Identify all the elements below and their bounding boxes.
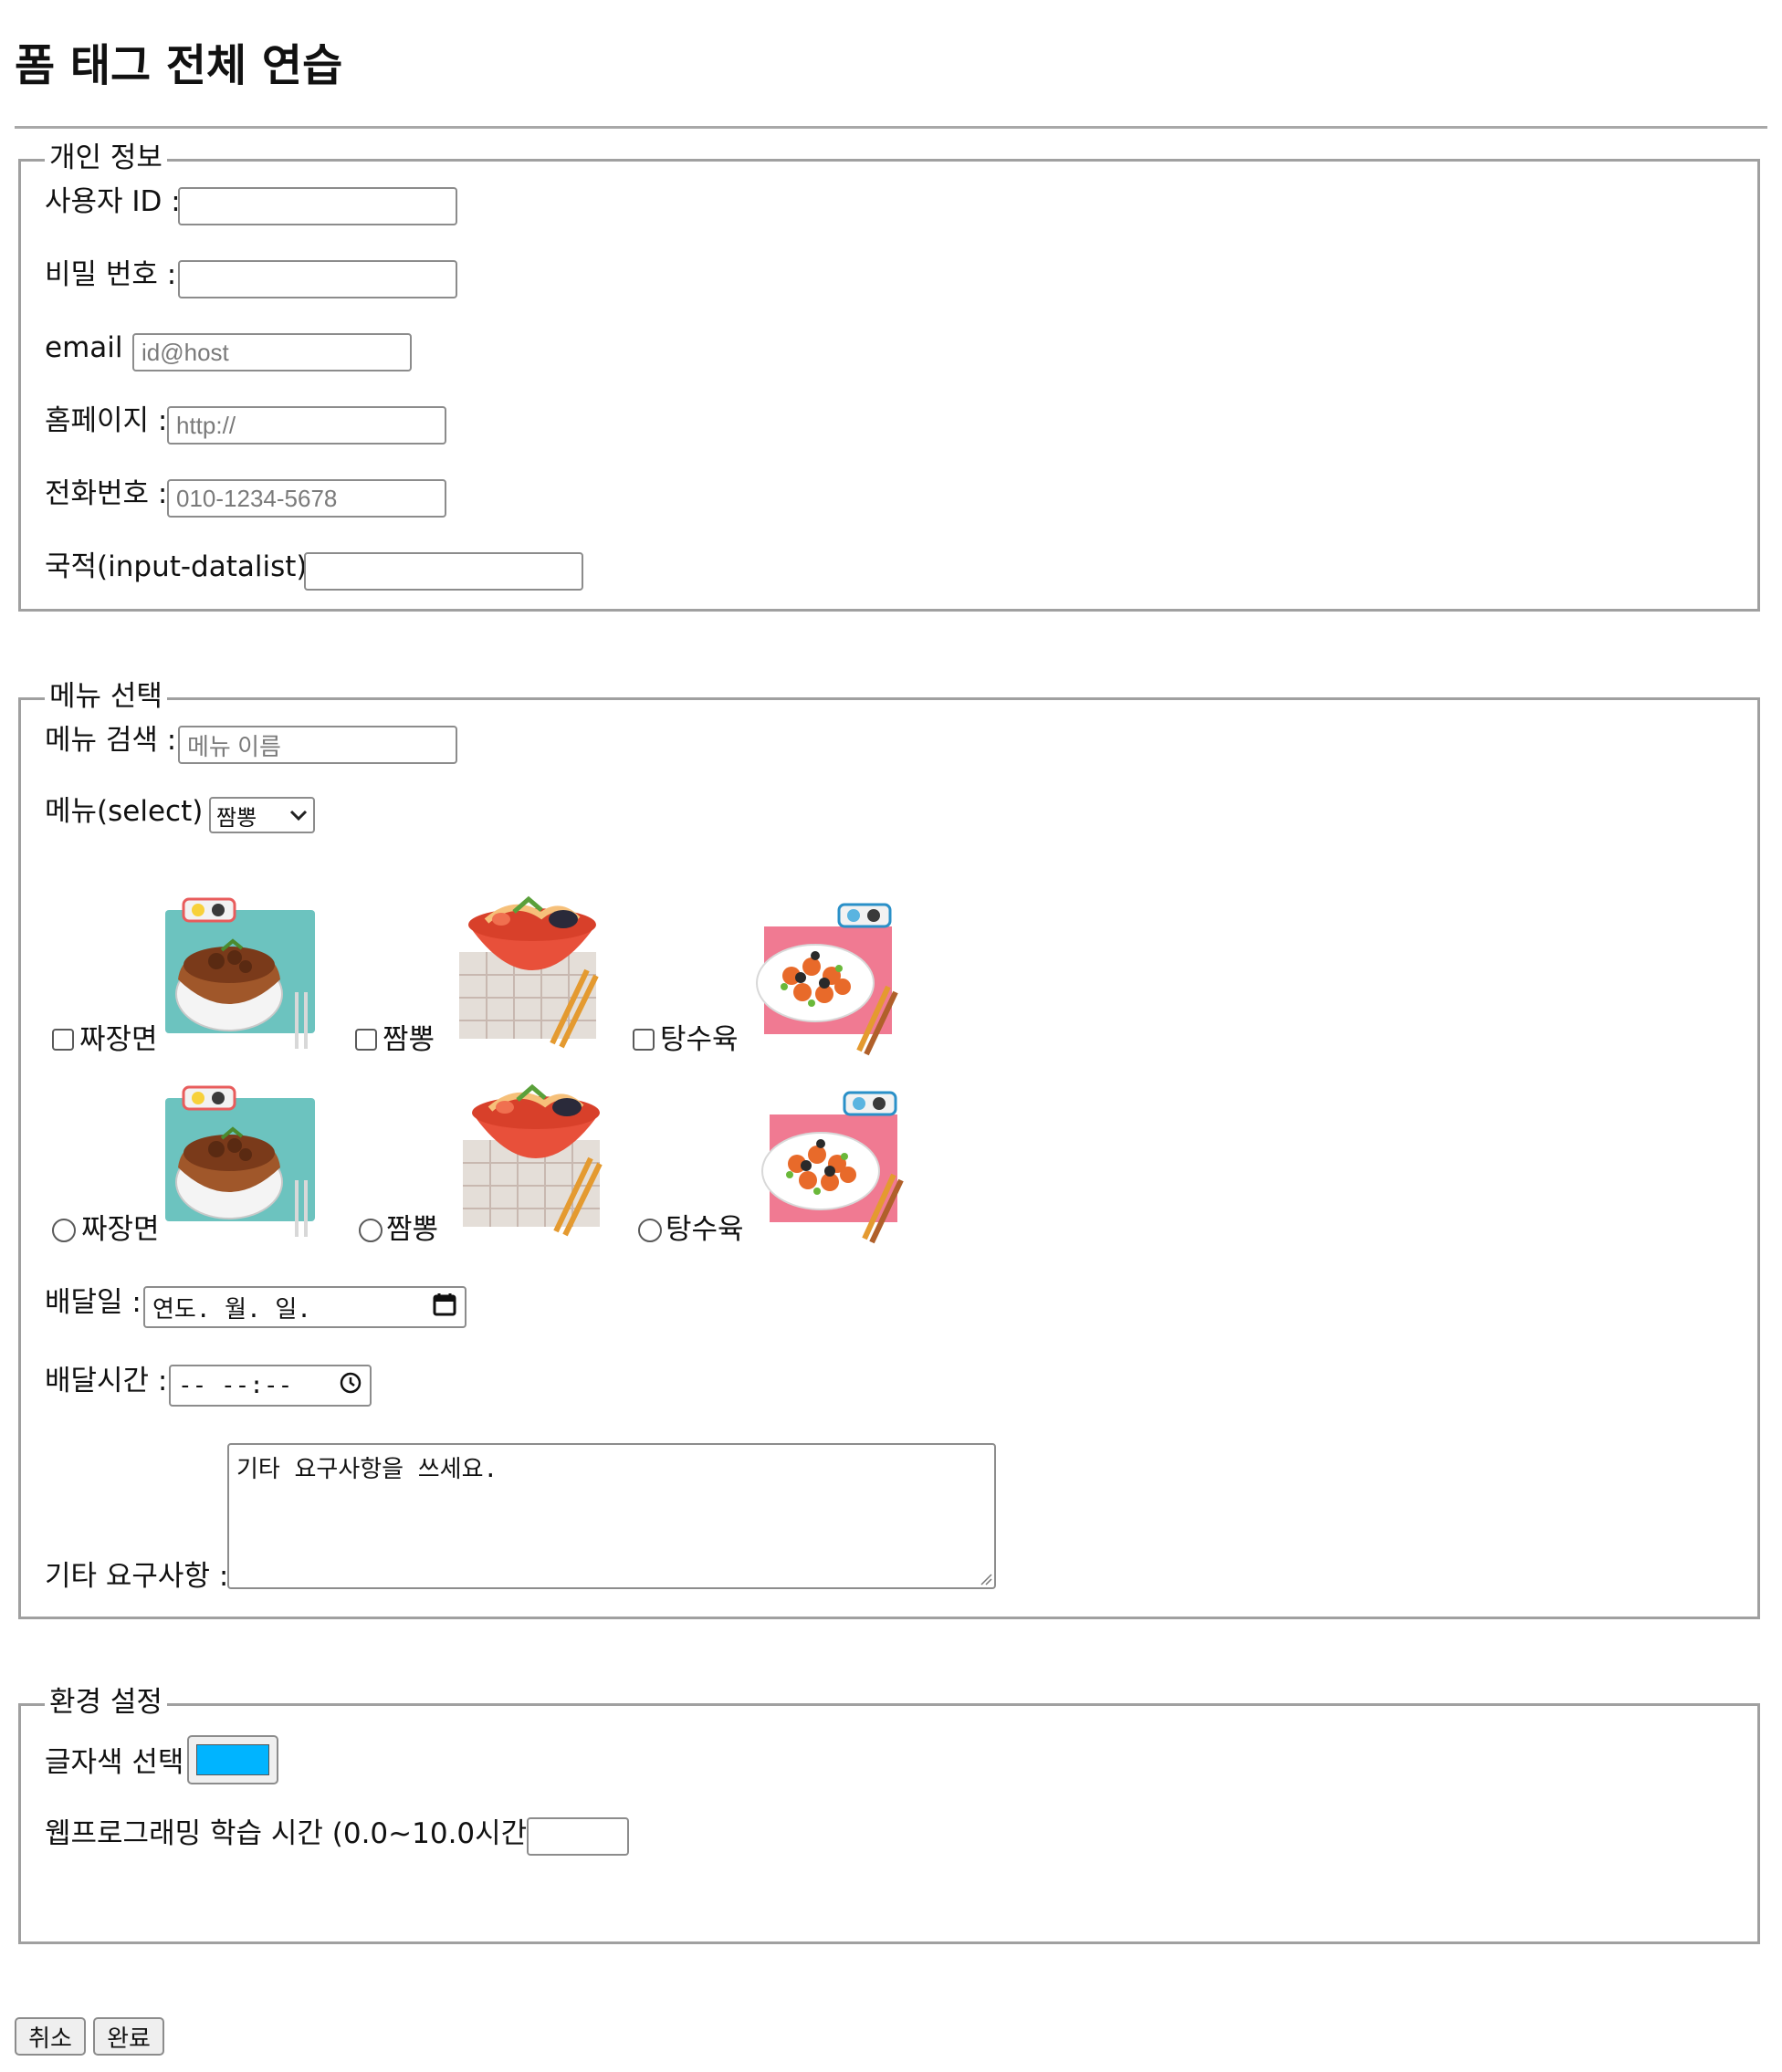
notes-textarea[interactable]: 기타 요구사항을 쓰세요. <box>227 1443 996 1589</box>
menu-select-label: 메뉴(select) : <box>45 795 222 828</box>
menu-select[interactable]: 짬뽕 <box>209 797 315 833</box>
page-title: 폼 태그 전체 연습 <box>15 40 343 91</box>
notes-value: 기타 요구사항을 쓰세요. <box>236 1456 498 1483</box>
password-label: 비밀 번호 : <box>45 258 177 291</box>
email-label: email : <box>45 331 142 364</box>
checkbox-label-jjajang: 짜장면 <box>79 1023 158 1056</box>
user-id-input[interactable] <box>178 187 457 225</box>
homepage-input[interactable]: http:// <box>167 406 446 445</box>
radio-jjamppong[interactable] <box>359 1219 383 1242</box>
checkbox-label-jjamppong: 짬뽕 <box>383 1023 435 1056</box>
color-swatch <box>196 1744 269 1775</box>
user-id-label: 사용자 ID : <box>45 185 181 218</box>
phone-label: 전화번호 : <box>45 477 168 510</box>
password-input[interactable] <box>178 260 457 298</box>
delivery-time-input[interactable]: -- --:-- <box>169 1365 372 1407</box>
checkbox-jjamppong[interactable] <box>355 1029 377 1051</box>
menu-search-input[interactable]: 메뉴 이름 <box>178 726 457 764</box>
email-input[interactable]: id@host <box>132 333 412 371</box>
study-time-label: 웹프로그래밍 학습 시간 (0.0~10.0시간) : <box>45 1817 557 1850</box>
menu-search-label: 메뉴 검색 : <box>45 724 177 757</box>
delivery-date-input[interactable]: 연도. 월. 일. <box>143 1286 466 1328</box>
checkbox-jjajang[interactable] <box>52 1029 74 1051</box>
menu-select-value: 짬뽕 <box>216 805 257 831</box>
tangsuyuk-image <box>757 1083 921 1248</box>
resize-handle-icon[interactable] <box>980 1573 992 1585</box>
jjamppong-image <box>454 1076 618 1240</box>
study-time-input[interactable] <box>527 1817 629 1856</box>
nationality-label: 국적(input-datalist) : <box>45 550 326 583</box>
radio-tangsuyuk[interactable] <box>638 1219 662 1242</box>
checkbox-tangsuyuk[interactable] <box>633 1029 655 1051</box>
nationality-input[interactable] <box>304 552 583 591</box>
text-color-label: 글자색 선택 <box>45 1746 184 1779</box>
radio-label-jjajang: 짜장면 <box>81 1213 160 1246</box>
menu-fieldset: 메뉴 선택 메뉴 검색 : 메뉴 이름 메뉴(select) : 짬뽕 짜장면 … <box>18 678 1760 1619</box>
delivery-date-value: 연도. 월. 일. <box>152 1295 311 1324</box>
menu-legend: 메뉴 선택 <box>45 678 167 715</box>
delivery-date-label: 배달일 : <box>45 1286 142 1319</box>
cancel-button[interactable]: 취소 <box>15 2017 86 2056</box>
delivery-time-label: 배달시간 : <box>45 1365 168 1397</box>
jjajang-image <box>158 892 322 1056</box>
homepage-label: 홈페이지 : <box>45 404 168 437</box>
settings-fieldset: 환경 설정 글자색 선택 웹프로그래밍 학습 시간 (0.0~10.0시간) : <box>18 1684 1760 1944</box>
radio-jjajang[interactable] <box>52 1219 76 1242</box>
text-color-picker[interactable] <box>187 1735 278 1784</box>
jjajang-image <box>158 1080 322 1244</box>
phone-placeholder: 010-1234-5678 <box>176 484 338 512</box>
phone-input[interactable]: 010-1234-5678 <box>167 479 446 518</box>
personal-info-legend: 개인 정보 <box>45 140 167 176</box>
settings-legend: 환경 설정 <box>45 1684 167 1721</box>
clock-icon[interactable] <box>339 1371 362 1401</box>
chevron-down-icon <box>289 802 308 828</box>
radio-label-jjamppong: 짬뽕 <box>386 1213 439 1246</box>
homepage-placeholder: http:// <box>176 411 236 439</box>
checkbox-label-tangsuyuk: 탕수육 <box>660 1023 739 1056</box>
calendar-icon[interactable] <box>432 1292 457 1324</box>
delivery-time-value: -- --:-- <box>178 1372 293 1399</box>
personal-info-fieldset: 개인 정보 사용자 ID : 비밀 번호 : email : id@host 홈… <box>18 140 1760 612</box>
horizontal-rule <box>15 126 1767 129</box>
jjamppong-image <box>450 888 614 1052</box>
notes-label: 기타 요구사항 : <box>45 1560 229 1593</box>
submit-button[interactable]: 완료 <box>93 2017 164 2056</box>
radio-label-tangsuyuk: 탕수육 <box>666 1213 744 1246</box>
tangsuyuk-image <box>751 895 916 1060</box>
menu-search-placeholder: 메뉴 이름 <box>187 732 281 760</box>
email-placeholder: id@host <box>142 338 229 366</box>
